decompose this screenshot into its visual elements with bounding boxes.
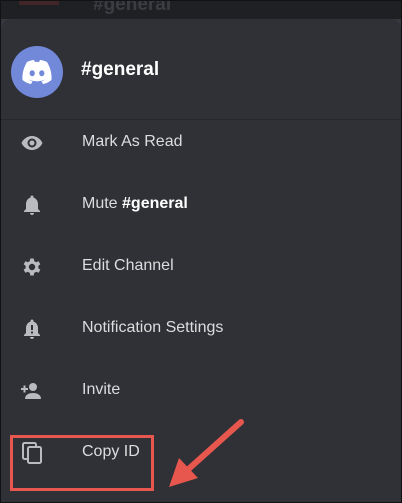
annotation-arrow-icon [169, 419, 244, 487]
menu-item-label: Mark As Read [82, 133, 183, 150]
sheet-header: #general [1, 19, 401, 120]
menu-item-edit-channel[interactable]: Edit Channel [1, 236, 401, 298]
menu-item-mute-channel[interactable]: Mute #general [1, 174, 401, 236]
background-server-glimpse [19, 1, 59, 5]
annotation-highlight-box [10, 435, 154, 491]
menu-item-label: Notification Settings [82, 319, 224, 336]
menu-item-mark-as-read[interactable]: Mark As Read [1, 112, 401, 174]
menu-item-invite[interactable]: Invite [1, 360, 401, 422]
eye-icon [21, 136, 43, 150]
add-person-icon [21, 383, 41, 399]
server-avatar [11, 46, 63, 98]
bell-alert-icon [24, 319, 40, 339]
bell-icon [24, 195, 40, 215]
menu-item-label: Invite [82, 381, 121, 398]
menu-item-label: Mute #general [82, 195, 188, 213]
menu-item-label: Edit Channel [82, 257, 174, 274]
channel-title: #general [81, 59, 160, 80]
screenshot-frame: #general #general Mark As Read Mute #gen… [0, 0, 402, 503]
menu-item-notification-settings[interactable]: Notification Settings [1, 298, 401, 360]
background-channel-strip: #general [1, 1, 401, 19]
mute-label-channel: #general [122, 195, 188, 212]
channel-action-sheet: #general Mark As Read Mute #general Edit… [1, 19, 401, 502]
mute-label-prefix: Mute [82, 195, 123, 212]
background-channel-name: #general [93, 1, 172, 15]
discord-logo-icon [22, 60, 52, 84]
gear-icon [23, 258, 41, 276]
